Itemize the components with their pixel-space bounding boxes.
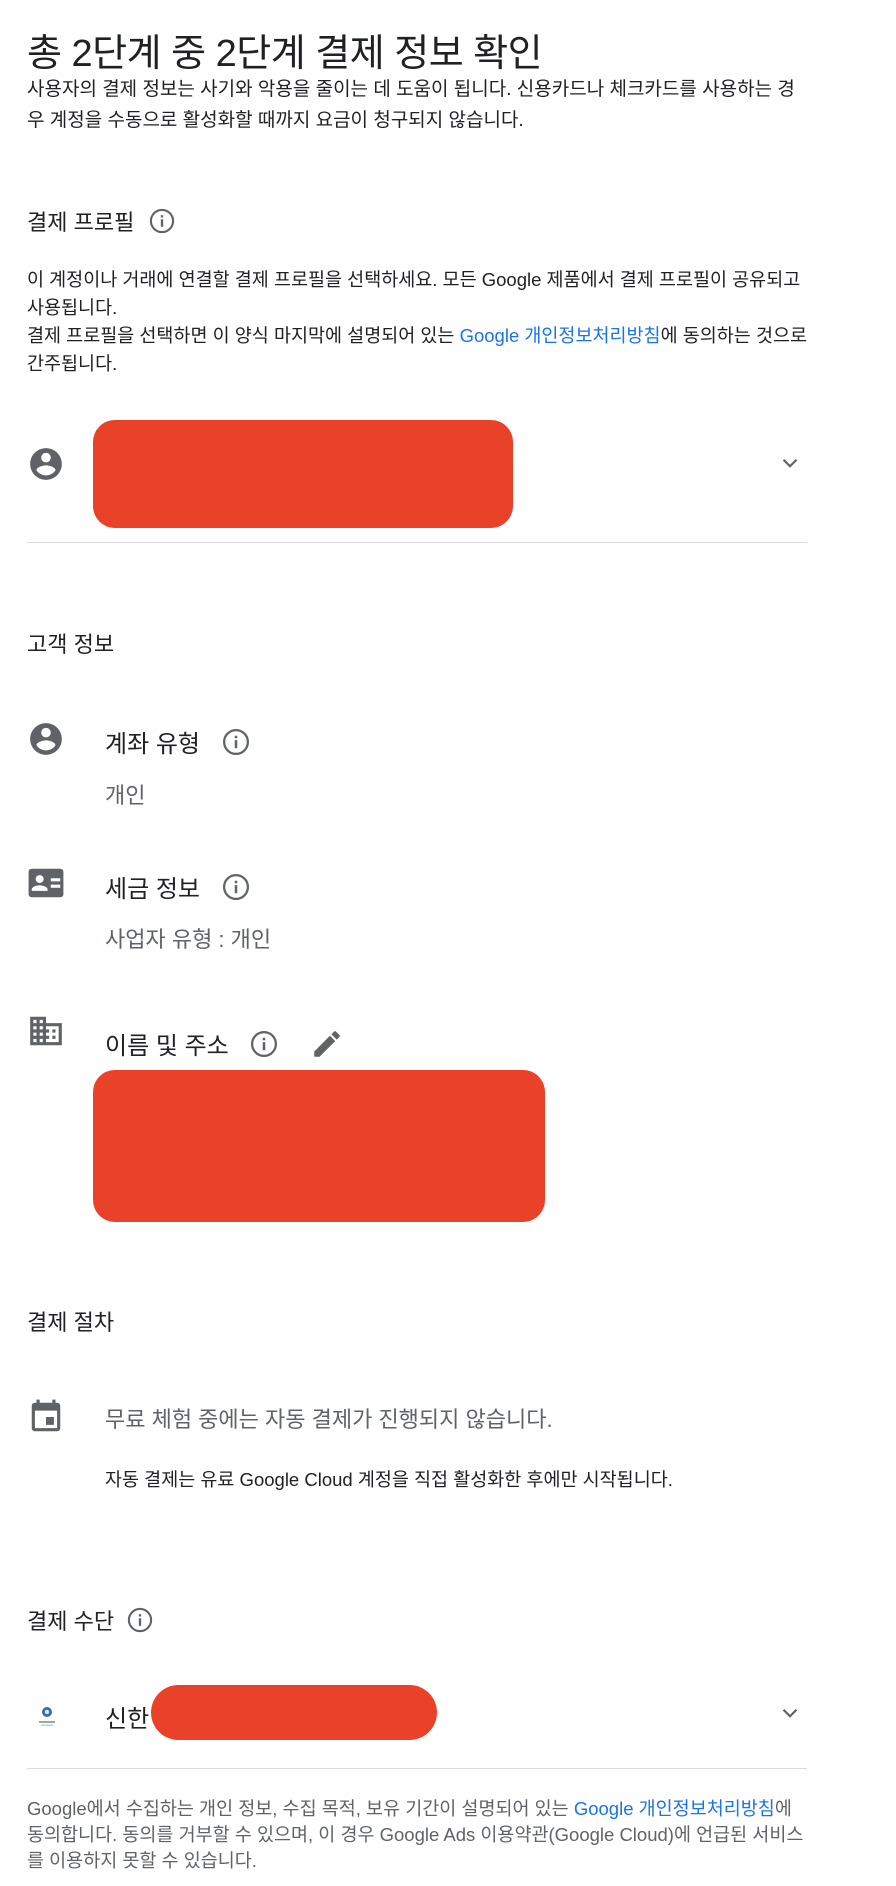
redacted-card-number <box>151 1685 437 1740</box>
tax-info-label: 세금 정보 <box>105 876 200 903</box>
card-logo-icon <box>39 1707 55 1726</box>
payments-profile-title: 결제 프로필 <box>27 210 135 235</box>
info-icon[interactable] <box>126 1606 154 1640</box>
account-circle-icon <box>30 723 62 755</box>
payments-profile-heading: 결제 프로필 <box>27 205 176 241</box>
payment-method-title: 결제 수단 <box>27 1609 115 1634</box>
tax-info-label-row: 세금 정보 <box>105 869 251 909</box>
divider <box>27 542 807 543</box>
payment-process-line2: 자동 결제는 유료 Google Cloud 계정을 직접 활성화한 후에만 시… <box>105 1469 673 1490</box>
account-type-value: 개인 <box>105 783 146 808</box>
redacted-profile-name <box>93 420 513 528</box>
consent-footer: Google에서 수집하는 개인 정보, 수집 목적, 보유 기간이 설명되어 … <box>27 1796 807 1874</box>
payments-profile-desc-1: 이 계정이나 거래에 연결할 결제 프로필을 선택하세요. 모든 Google … <box>27 269 801 318</box>
account-circle-icon <box>30 448 62 480</box>
desc-2-pre: 결제 프로필을 선택하면 이 양식 마지막에 설명되어 있는 <box>27 325 460 346</box>
account-type-label: 계좌 유형 <box>105 731 200 758</box>
chevron-down-icon[interactable] <box>777 450 803 476</box>
account-type-label-row: 계좌 유형 <box>105 724 251 764</box>
tax-info-value: 사업자 유형 : 개인 <box>105 927 272 952</box>
payment-method-heading: 결제 수단 <box>27 1604 154 1640</box>
footer-pre: Google에서 수집하는 개인 정보, 수집 목적, 보유 기간이 설명되어 … <box>27 1798 574 1819</box>
id-card-icon <box>28 868 64 898</box>
payment-method-selector[interactable]: 신한 <box>27 1685 807 1759</box>
info-icon[interactable] <box>148 207 176 241</box>
chevron-down-icon[interactable] <box>777 1700 803 1726</box>
edit-pencil-icon[interactable] <box>310 1027 344 1068</box>
redacted-name-address <box>93 1070 545 1222</box>
intro-text: 사용자의 결제 정보는 사기와 악용을 줄이는 데 도움이 됩니다. 신용카드나… <box>27 79 795 131</box>
privacy-policy-link[interactable]: Google 개인정보처리방침 <box>460 325 661 346</box>
name-address-label: 이름 및 주소 <box>105 1033 229 1060</box>
page-title: 총 2단계 중 2단계 결제 정보 확인 <box>27 33 543 75</box>
payments-profile-selector[interactable] <box>27 410 807 530</box>
payments-profile-desc-2: 결제 프로필을 선택하면 이 양식 마지막에 설명되어 있는 Google 개인… <box>27 322 807 378</box>
info-icon[interactable] <box>249 1029 279 1066</box>
info-icon[interactable] <box>221 727 251 764</box>
calendar-icon <box>31 1399 61 1432</box>
name-address-label-row: 이름 및 주소 <box>105 1026 344 1068</box>
payment-process-line1: 무료 체험 중에는 자동 결제가 진행되지 않습니다. <box>105 1407 553 1432</box>
payments-profile-description: 이 계정이나 거래에 연결할 결제 프로필을 선택하세요. 모든 Google … <box>27 266 807 378</box>
payment-process-title: 결제 절차 <box>27 1310 115 1335</box>
card-name: 신한 <box>105 1706 150 1733</box>
info-icon[interactable] <box>221 872 251 909</box>
divider <box>27 1768 807 1769</box>
footer-privacy-policy-link[interactable]: Google 개인정보처리방침 <box>574 1798 775 1819</box>
building-icon <box>30 1016 62 1046</box>
customer-info-title: 고객 정보 <box>27 632 115 657</box>
